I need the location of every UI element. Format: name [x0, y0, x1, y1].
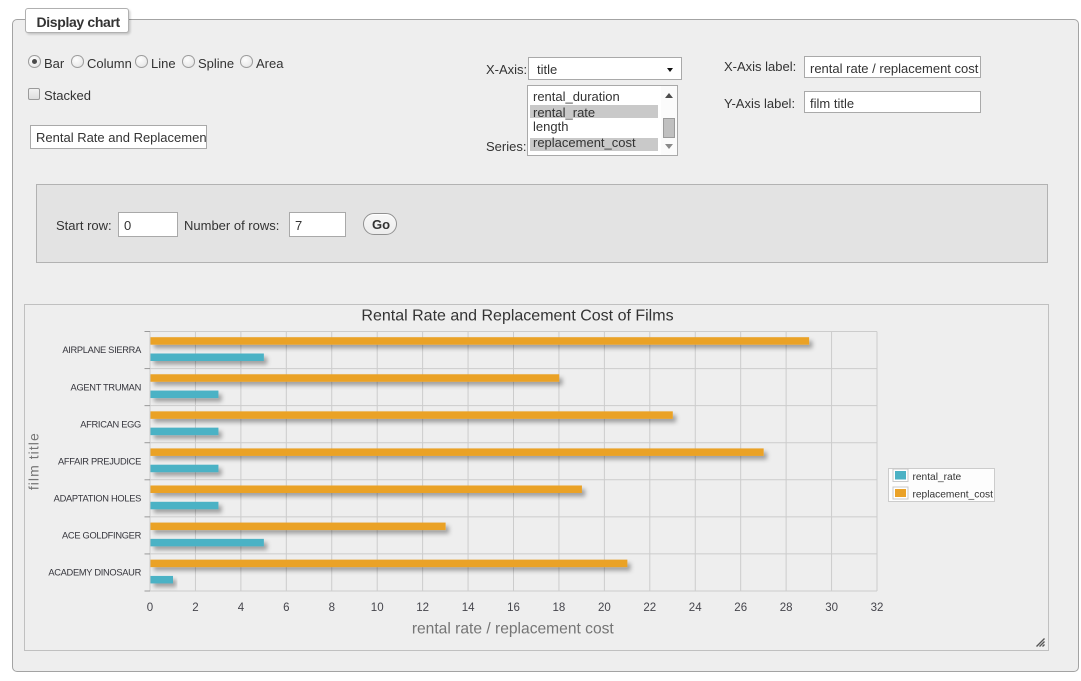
svg-text:30: 30: [825, 602, 838, 614]
svg-text:12: 12: [416, 602, 429, 614]
svg-text:2: 2: [192, 602, 198, 614]
svg-text:0: 0: [147, 602, 153, 614]
svg-text:AFRICAN EGG: AFRICAN EGG: [80, 419, 141, 429]
svg-text:10: 10: [371, 602, 384, 614]
svg-text:14: 14: [462, 602, 475, 614]
svg-text:ACADEMY DINOSAUR: ACADEMY DINOSAUR: [48, 568, 141, 578]
svg-text:16: 16: [507, 602, 520, 614]
svg-text:32: 32: [871, 602, 884, 614]
svg-text:AFFAIR PREJUDICE: AFFAIR PREJUDICE: [58, 456, 141, 466]
svg-text:ACE GOLDFINGER: ACE GOLDFINGER: [62, 531, 142, 541]
svg-text:film title: film title: [26, 432, 42, 490]
svg-text:8: 8: [329, 602, 335, 614]
svg-text:AIRPLANE SIERRA: AIRPLANE SIERRA: [62, 345, 142, 355]
svg-text:20: 20: [598, 602, 611, 614]
svg-text:rental_rate: rental_rate: [913, 472, 962, 483]
svg-text:18: 18: [553, 602, 566, 614]
svg-text:4: 4: [238, 602, 245, 614]
svg-text:rental rate / replacement cost: rental rate / replacement cost: [412, 621, 615, 638]
svg-text:28: 28: [780, 602, 793, 614]
svg-text:ADAPTATION HOLES: ADAPTATION HOLES: [54, 494, 141, 504]
svg-text:AGENT TRUMAN: AGENT TRUMAN: [71, 382, 141, 392]
svg-text:22: 22: [643, 602, 656, 614]
svg-text:replacement_cost: replacement_cost: [913, 490, 994, 501]
svg-text:Rental Rate and Replacement Co: Rental Rate and Replacement Cost of Film…: [361, 308, 673, 325]
svg-text:26: 26: [734, 602, 747, 614]
svg-text:24: 24: [689, 602, 702, 614]
svg-text:6: 6: [283, 602, 289, 614]
